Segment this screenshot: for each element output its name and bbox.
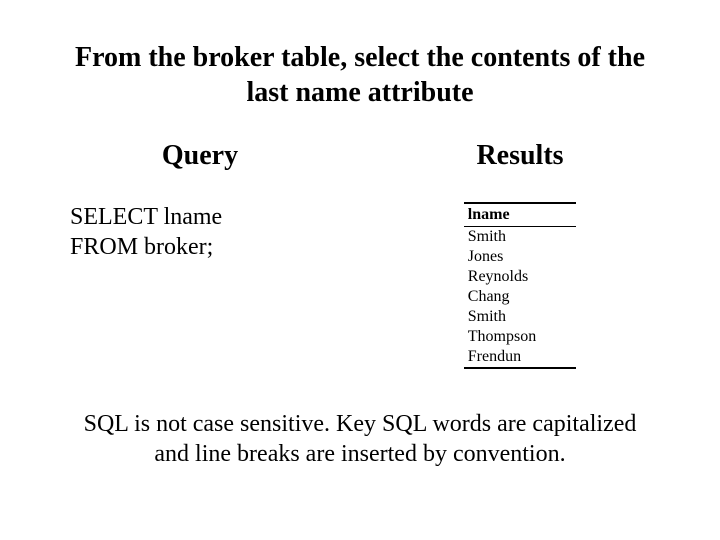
query-column: Query SELECT lname FROM broker; bbox=[60, 140, 340, 369]
footnote: SQL is not case sensitive. Key SQL words… bbox=[80, 409, 640, 469]
results-heading: Results bbox=[380, 140, 660, 172]
results-column: Results lname Smith Jones Reynolds Chang… bbox=[380, 140, 660, 369]
results-body: Smith Jones Reynolds Chang Smith Thompso… bbox=[464, 227, 576, 369]
sql-query: SELECT lname FROM broker; bbox=[70, 202, 340, 262]
table-row: Jones bbox=[464, 247, 576, 267]
results-table: lname Smith Jones Reynolds Chang Smith T… bbox=[464, 202, 576, 369]
slide-title: From the broker table, select the conten… bbox=[60, 40, 660, 110]
table-row: Smith bbox=[464, 307, 576, 327]
query-heading: Query bbox=[60, 140, 340, 172]
table-row: Thompson bbox=[464, 327, 576, 347]
table-row: Frendun bbox=[464, 347, 576, 368]
table-row: Chang bbox=[464, 287, 576, 307]
sql-line-1: SELECT lname bbox=[70, 202, 340, 232]
sql-line-2: FROM broker; bbox=[70, 232, 340, 262]
results-header-cell: lname bbox=[464, 203, 576, 227]
table-row: Smith bbox=[464, 227, 576, 248]
table-row: Reynolds bbox=[464, 267, 576, 287]
